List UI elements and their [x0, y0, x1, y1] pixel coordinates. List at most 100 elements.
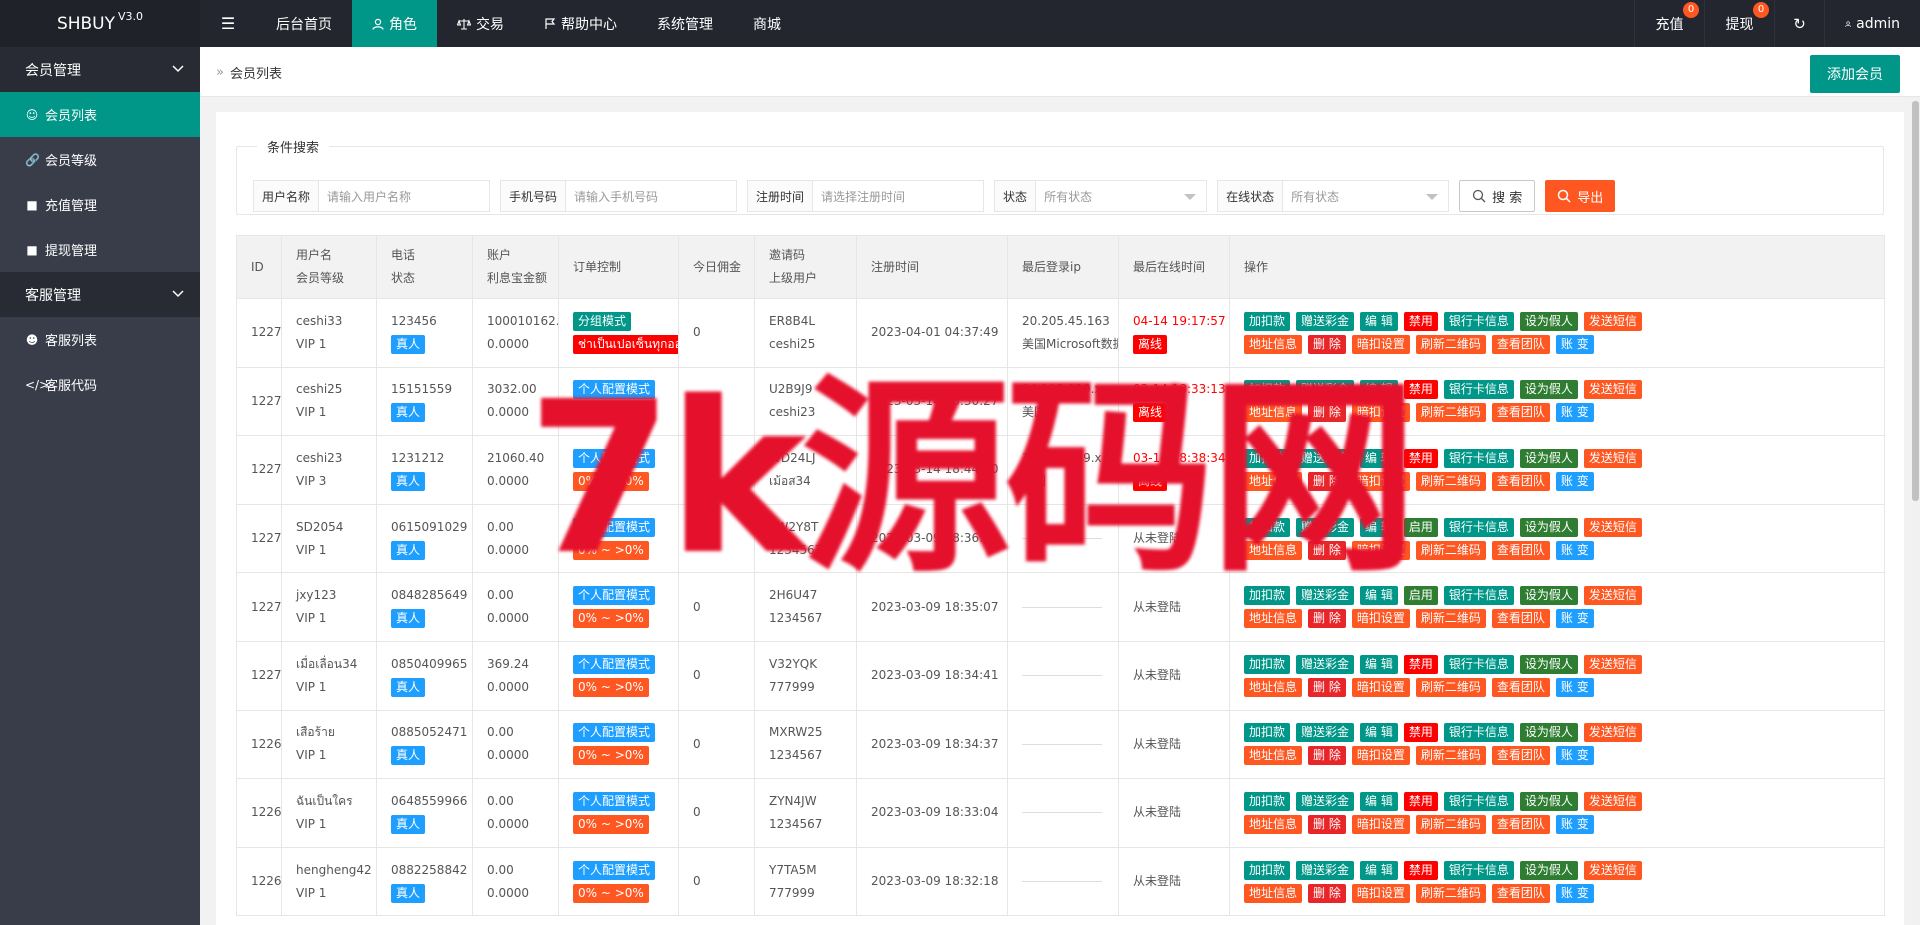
- account-change-button[interactable]: 账 变: [1555, 883, 1594, 903]
- hidden-deduct-button[interactable]: 暗扣设置: [1351, 883, 1410, 903]
- send-sms-button[interactable]: 发送短信: [1583, 311, 1642, 331]
- order-mode-tag[interactable]: 个人配置模式: [573, 586, 656, 606]
- send-sms-button[interactable]: 发送短信: [1583, 654, 1642, 674]
- add-deduct-button[interactable]: 加扣款: [1244, 654, 1291, 674]
- address-button[interactable]: 地址信息: [1244, 540, 1303, 560]
- recharge-button[interactable]: 充值 0: [1634, 0, 1704, 47]
- order-mode-tag[interactable]: 个人配置模式: [573, 723, 656, 743]
- order-mode-tag[interactable]: 个人配置模式: [573, 860, 656, 880]
- delete-button[interactable]: 删 除: [1308, 471, 1346, 491]
- add-deduct-button[interactable]: 加扣款: [1244, 860, 1291, 880]
- account-change-button[interactable]: 账 变: [1555, 471, 1594, 491]
- phone-input[interactable]: 请输入手机号码: [566, 181, 736, 211]
- account-change-button[interactable]: 账 变: [1555, 677, 1594, 697]
- breadcrumb-current[interactable]: 会员列表: [230, 63, 282, 82]
- edit-button[interactable]: 编 辑: [1360, 723, 1398, 743]
- bank-card-button[interactable]: 银行卡信息: [1443, 860, 1514, 880]
- send-sms-button[interactable]: 发送短信: [1583, 517, 1642, 537]
- order-mode-tag[interactable]: 个人配置模式: [573, 517, 656, 537]
- view-team-button[interactable]: 查看团队: [1491, 403, 1550, 423]
- delete-button[interactable]: 删 除: [1308, 609, 1346, 629]
- order-mode-tag[interactable]: 个人配置模式: [573, 654, 656, 674]
- bank-card-button[interactable]: 银行卡信息: [1443, 517, 1514, 537]
- sidebar-item-member-list[interactable]: ☺ 会员列表: [0, 92, 200, 137]
- account-change-button[interactable]: 账 变: [1555, 334, 1594, 354]
- withdraw-button[interactable]: 提现 0: [1704, 0, 1774, 47]
- online-select[interactable]: 所有状态: [1283, 181, 1448, 211]
- edit-button[interactable]: 编 辑: [1360, 791, 1398, 811]
- set-fake-button[interactable]: 设为假人: [1519, 448, 1578, 468]
- sidebar-item-service-list[interactable]: ☻ 客服列表: [0, 317, 200, 362]
- add-deduct-button[interactable]: 加扣款: [1244, 380, 1291, 400]
- export-button[interactable]: 导出: [1545, 180, 1616, 212]
- add-deduct-button[interactable]: 加扣款: [1244, 723, 1291, 743]
- sidebar-item-service-code[interactable]: </> 客服代码: [0, 362, 200, 407]
- refresh-qr-button[interactable]: 刷新二维码: [1415, 403, 1486, 423]
- set-fake-button[interactable]: 设为假人: [1519, 860, 1578, 880]
- ban-button[interactable]: 禁用: [1403, 723, 1438, 743]
- nav-item-system[interactable]: 系统管理: [637, 0, 733, 47]
- address-button[interactable]: 地址信息: [1244, 883, 1303, 903]
- bank-card-button[interactable]: 银行卡信息: [1443, 311, 1514, 331]
- user-menu[interactable]: admin: [1824, 0, 1920, 47]
- send-sms-button[interactable]: 发送短信: [1583, 723, 1642, 743]
- view-team-button[interactable]: 查看团队: [1491, 471, 1550, 491]
- delete-button[interactable]: 删 除: [1308, 403, 1346, 423]
- hidden-deduct-button[interactable]: 暗扣设置: [1351, 609, 1410, 629]
- view-team-button[interactable]: 查看团队: [1491, 334, 1550, 354]
- refresh-qr-button[interactable]: 刷新二维码: [1415, 746, 1486, 766]
- order-mode-tag[interactable]: 个人配置模式: [573, 380, 656, 400]
- scrollbar-thumb[interactable]: [1912, 101, 1919, 501]
- account-change-button[interactable]: 账 变: [1555, 814, 1594, 834]
- sidebar-item-recharge[interactable]: ■ 充值管理: [0, 182, 200, 227]
- address-button[interactable]: 地址信息: [1244, 334, 1303, 354]
- refresh-qr-button[interactable]: 刷新二维码: [1415, 540, 1486, 560]
- ban-button[interactable]: 启用: [1403, 517, 1438, 537]
- set-fake-button[interactable]: 设为假人: [1519, 586, 1578, 606]
- sidebar-group-service[interactable]: 客服管理: [0, 272, 200, 317]
- gift-bonus-button[interactable]: 赠送彩金: [1296, 586, 1355, 606]
- address-button[interactable]: 地址信息: [1244, 609, 1303, 629]
- add-deduct-button[interactable]: 加扣款: [1244, 517, 1291, 537]
- send-sms-button[interactable]: 发送短信: [1583, 791, 1642, 811]
- account-change-button[interactable]: 账 变: [1555, 403, 1594, 423]
- send-sms-button[interactable]: 发送短信: [1583, 448, 1642, 468]
- bank-card-button[interactable]: 银行卡信息: [1443, 448, 1514, 468]
- app-logo[interactable]: SHBUY V3.0: [0, 0, 200, 47]
- order-mode-tag[interactable]: 分组模式: [573, 311, 632, 331]
- search-button[interactable]: 搜 索: [1459, 180, 1536, 212]
- delete-button[interactable]: 删 除: [1308, 883, 1346, 903]
- view-team-button[interactable]: 查看团队: [1491, 609, 1550, 629]
- view-team-button[interactable]: 查看团队: [1491, 540, 1550, 560]
- refresh-qr-button[interactable]: 刷新二维码: [1415, 609, 1486, 629]
- edit-button[interactable]: 编 辑: [1360, 860, 1398, 880]
- refresh-qr-button[interactable]: 刷新二维码: [1415, 814, 1486, 834]
- edit-button[interactable]: 编 辑: [1360, 517, 1398, 537]
- set-fake-button[interactable]: 设为假人: [1519, 380, 1578, 400]
- set-fake-button[interactable]: 设为假人: [1519, 311, 1578, 331]
- nav-item-mall[interactable]: 商城: [733, 0, 801, 47]
- set-fake-button[interactable]: 设为假人: [1519, 723, 1578, 743]
- hidden-deduct-button[interactable]: 暗扣设置: [1351, 746, 1410, 766]
- bank-card-button[interactable]: 银行卡信息: [1443, 791, 1514, 811]
- gift-bonus-button[interactable]: 赠送彩金: [1296, 380, 1355, 400]
- refresh-qr-button[interactable]: 刷新二维码: [1415, 883, 1486, 903]
- ban-button[interactable]: 启用: [1403, 586, 1438, 606]
- ban-button[interactable]: 禁用: [1403, 311, 1438, 331]
- gift-bonus-button[interactable]: 赠送彩金: [1296, 517, 1355, 537]
- add-member-button[interactable]: 添加会员: [1810, 55, 1900, 93]
- refresh-qr-button[interactable]: 刷新二维码: [1415, 334, 1486, 354]
- add-deduct-button[interactable]: 加扣款: [1244, 791, 1291, 811]
- sidebar-group-members[interactable]: 会员管理: [0, 47, 200, 92]
- ban-button[interactable]: 禁用: [1403, 791, 1438, 811]
- ban-button[interactable]: 禁用: [1403, 654, 1438, 674]
- edit-button[interactable]: 编 辑: [1360, 586, 1398, 606]
- gift-bonus-button[interactable]: 赠送彩金: [1296, 311, 1355, 331]
- edit-button[interactable]: 编 辑: [1360, 448, 1398, 468]
- set-fake-button[interactable]: 设为假人: [1519, 517, 1578, 537]
- hidden-deduct-button[interactable]: 暗扣设置: [1351, 403, 1410, 423]
- hidden-deduct-button[interactable]: 暗扣设置: [1351, 814, 1410, 834]
- gift-bonus-button[interactable]: 赠送彩金: [1296, 448, 1355, 468]
- bank-card-button[interactable]: 银行卡信息: [1443, 586, 1514, 606]
- bank-card-button[interactable]: 银行卡信息: [1443, 380, 1514, 400]
